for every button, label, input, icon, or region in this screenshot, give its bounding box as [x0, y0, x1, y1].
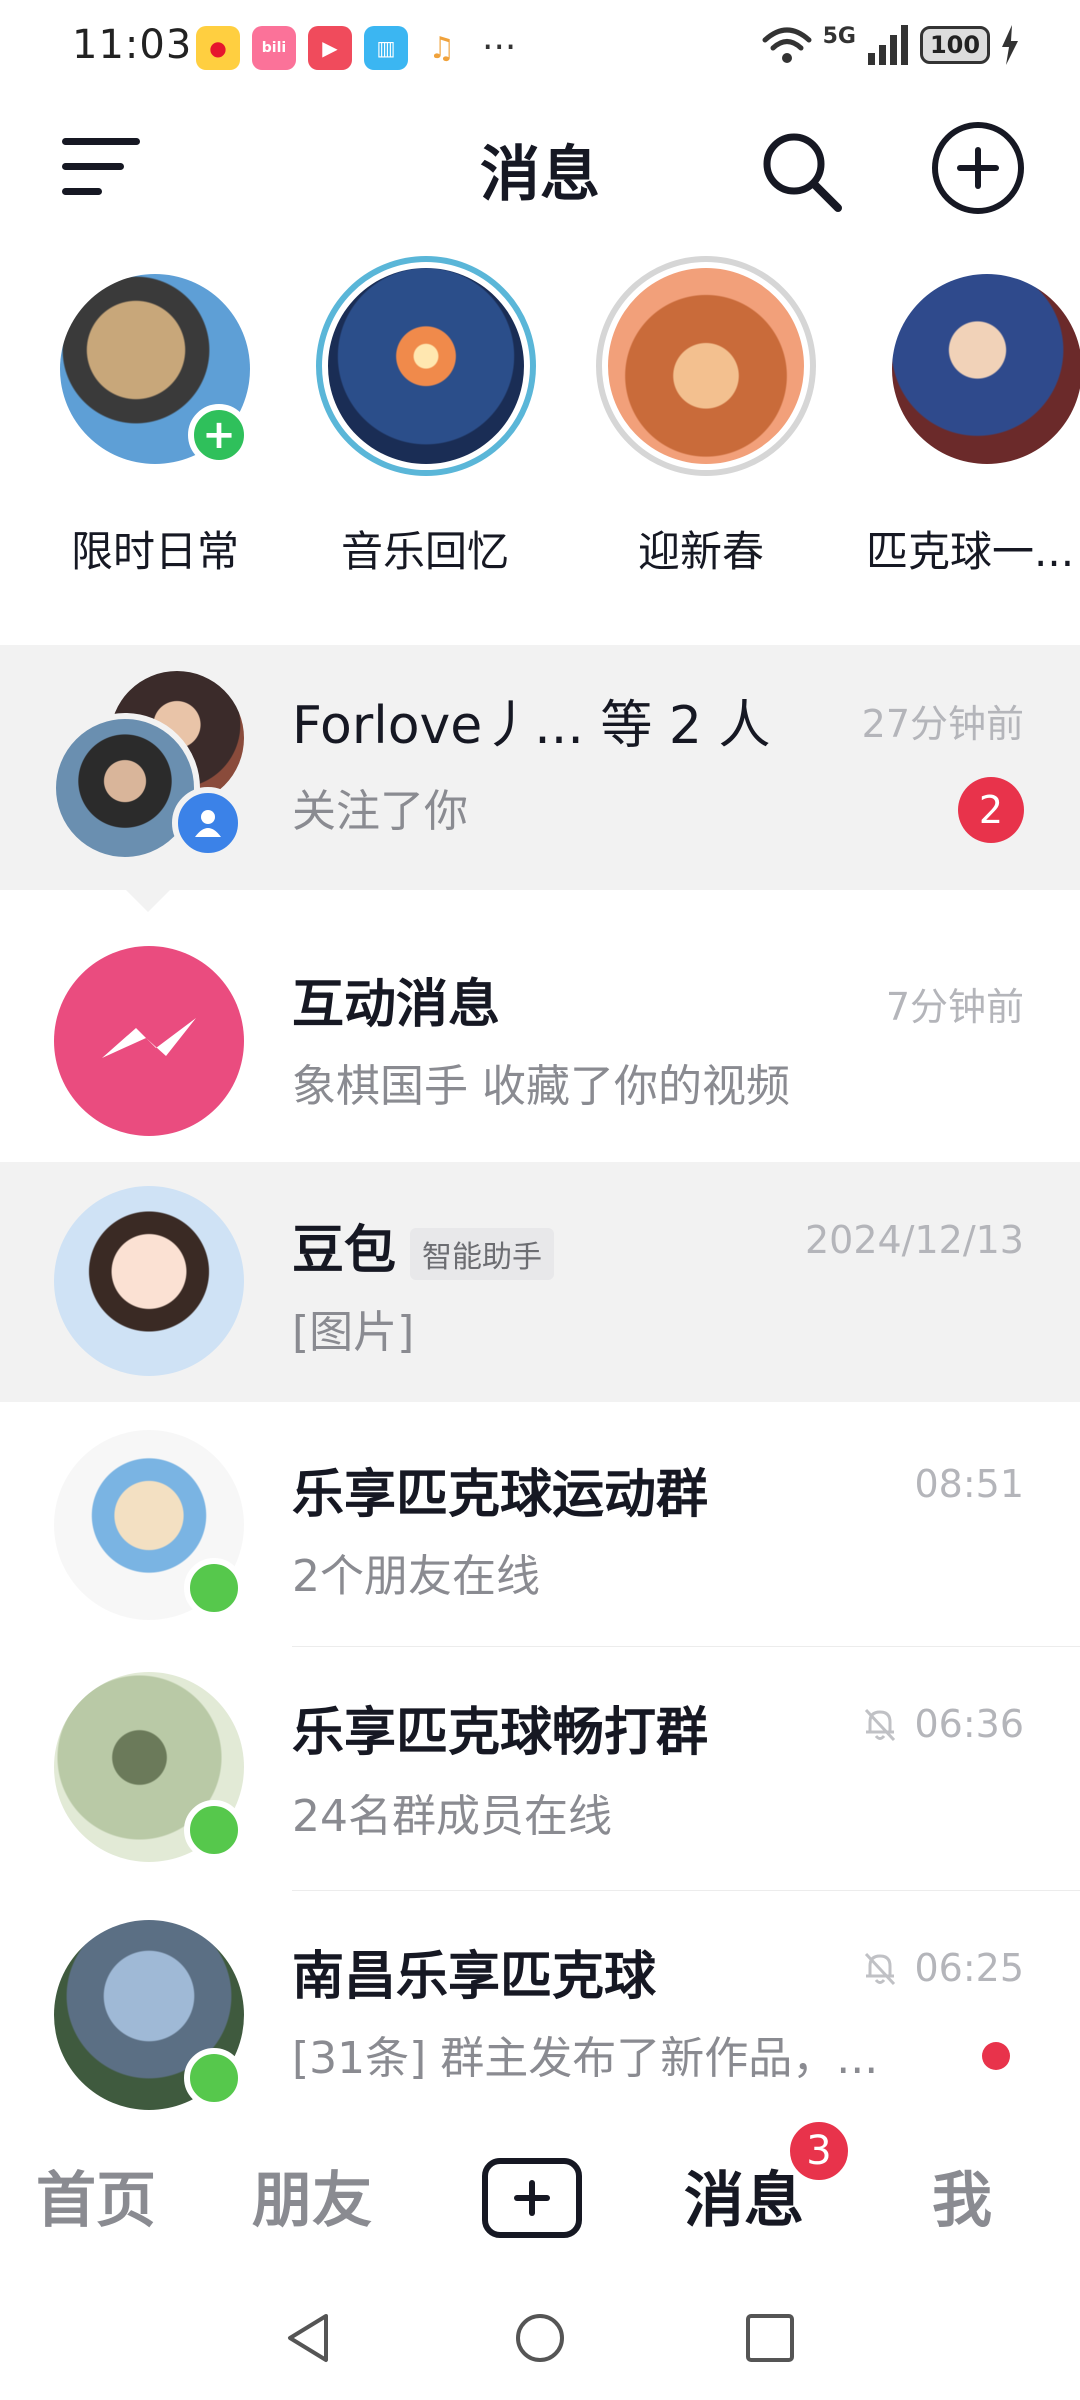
time-text: 08:51 [914, 1462, 1024, 1506]
recents-icon[interactable] [744, 2312, 796, 2364]
conversation-interaction[interactable]: 互动消息 象棋国手 收藏了你的视频 7分钟前 [0, 900, 1080, 1160]
messages-badge: 3 [786, 2118, 852, 2184]
conversation-subtitle: [31条] 群主发布了新作品，... [292, 2033, 879, 2084]
conversation-subtitle: [图片] [292, 1307, 415, 1358]
battery-indicator: 100 [920, 26, 990, 64]
add-icon[interactable] [932, 122, 1024, 214]
more-notifications-icon: ··· [482, 27, 517, 68]
story-label: 限时日常 [70, 527, 239, 576]
assistant-tag: 智能助手 [410, 1228, 555, 1280]
nav-friends[interactable]: 朋友 [252, 2152, 372, 2239]
story-label: 音乐回忆 [340, 527, 509, 576]
conversation-time: 2024/12/13 [805, 1218, 1024, 1262]
wifi-icon [762, 27, 812, 63]
muted-bell-icon [865, 1708, 896, 1742]
time-text: 2024/12/13 [804, 1218, 1024, 1262]
music-icon: ♫ [428, 30, 456, 66]
unread-dot [982, 2042, 1010, 2070]
story-label: 匹克球一... [866, 527, 1075, 576]
conversation-name: 南昌乐享匹克球 [292, 1947, 657, 2007]
charging-icon [1002, 25, 1018, 65]
conversation-group-play[interactable]: 乐享匹克球畅打群 24名群成员在线 06:36 [0, 1648, 1080, 1888]
conversation-subtitle: 24名群成员在线 [292, 1791, 612, 1842]
conversation-subtitle: 象棋国手 收藏了你的视频 [292, 1061, 790, 1112]
video-player-icon: ▶ [308, 26, 352, 70]
conversation-time: 06:36 [860, 1702, 1024, 1746]
conversation-time: 06:25 [860, 1946, 1024, 1990]
time-text: 06:36 [914, 1702, 1024, 1746]
status-indicators: 5G 100 [761, 24, 1020, 66]
nav-home[interactable]: 首页 [36, 2152, 156, 2239]
conversation-subtitle: 关注了你 [292, 786, 468, 837]
conversation-time: 7分钟前 [886, 976, 1024, 1031]
status-time: 11:03 [72, 22, 193, 68]
time-text: 27分钟前 [861, 702, 1024, 746]
story-label: 迎新春 [637, 527, 764, 576]
online-indicator [184, 1558, 244, 1618]
time-text: 7分钟前 [885, 985, 1024, 1029]
conversation-name-text: 豆包 [292, 1221, 397, 1281]
signal-icon [868, 25, 908, 65]
system-nav-bar [0, 2280, 1080, 2400]
interaction-avatar [54, 946, 244, 1136]
time-text: 06:25 [914, 1946, 1024, 1990]
conversation-group-nanchang[interactable]: 南昌乐享匹克球 [31条] 群主发布了新作品，... 06:25 [0, 1892, 1080, 2110]
conversation-name: 互动消息 [292, 975, 501, 1035]
conversation-subtitle: 2个朋友在线 [292, 1551, 540, 1602]
conversation-name: 乐享匹克球运动群 [292, 1465, 709, 1525]
bottom-nav: 首页 朋友 消息 3 我 [0, 2110, 1080, 2280]
divider [292, 1646, 1080, 1647]
home-icon[interactable] [512, 2310, 568, 2366]
header: 消息 [0, 100, 1080, 240]
muted-bell-icon [865, 1952, 896, 1986]
story-avatar [892, 274, 1080, 464]
page-title: 消息 [480, 140, 600, 210]
weibo-icon: ● [196, 26, 240, 70]
conversation-group-sport[interactable]: 乐享匹克球运动群 2个朋友在线 08:51 [0, 1404, 1080, 1646]
follow-user-icon [172, 787, 244, 859]
doubao-avatar [54, 1186, 244, 1376]
unread-count-badge: 2 [958, 777, 1024, 843]
add-story-icon[interactable]: + [188, 404, 250, 466]
create-button[interactable] [482, 2158, 582, 2238]
network-type: 5G [822, 24, 856, 49]
notification-icons: ● bili ▶ ▥ ♫ ··· [196, 26, 516, 70]
conversation-name: 豆包 智能助手 [292, 1208, 555, 1283]
book-icon: ▥ [364, 26, 408, 70]
conversation-follow[interactable]: Forlove丿... 等 2 人 关注了你 27分钟前 2 [0, 645, 1080, 890]
status-bar: 11:03 ● bili ▶ ▥ ♫ ··· 5G 100 [0, 0, 1080, 100]
conversation-name: Forlove丿... 等 2 人 [292, 696, 771, 756]
divider [292, 1890, 1080, 1891]
back-icon[interactable] [282, 2310, 334, 2366]
conversation-doubao[interactable]: 豆包 智能助手 [图片] 2024/12/13 [0, 1162, 1080, 1402]
online-indicator [184, 2048, 244, 2108]
conversation-time: 27分钟前 [862, 693, 1024, 748]
nav-messages[interactable]: 消息 [684, 2152, 804, 2239]
conversation-name: 乐享匹克球畅打群 [292, 1703, 709, 1763]
online-indicator [184, 1800, 244, 1860]
nav-me[interactable]: 我 [932, 2152, 992, 2239]
conversation-time: 08:51 [914, 1462, 1024, 1506]
story-avatar [316, 256, 536, 476]
story-avatar [596, 256, 816, 476]
story-row: + 限时日常 音乐回忆 迎新春 匹克球一... [0, 256, 1080, 596]
search-icon[interactable] [758, 128, 844, 214]
bilibili-icon: bili [252, 26, 296, 70]
zigzag-icon [102, 1018, 196, 1058]
